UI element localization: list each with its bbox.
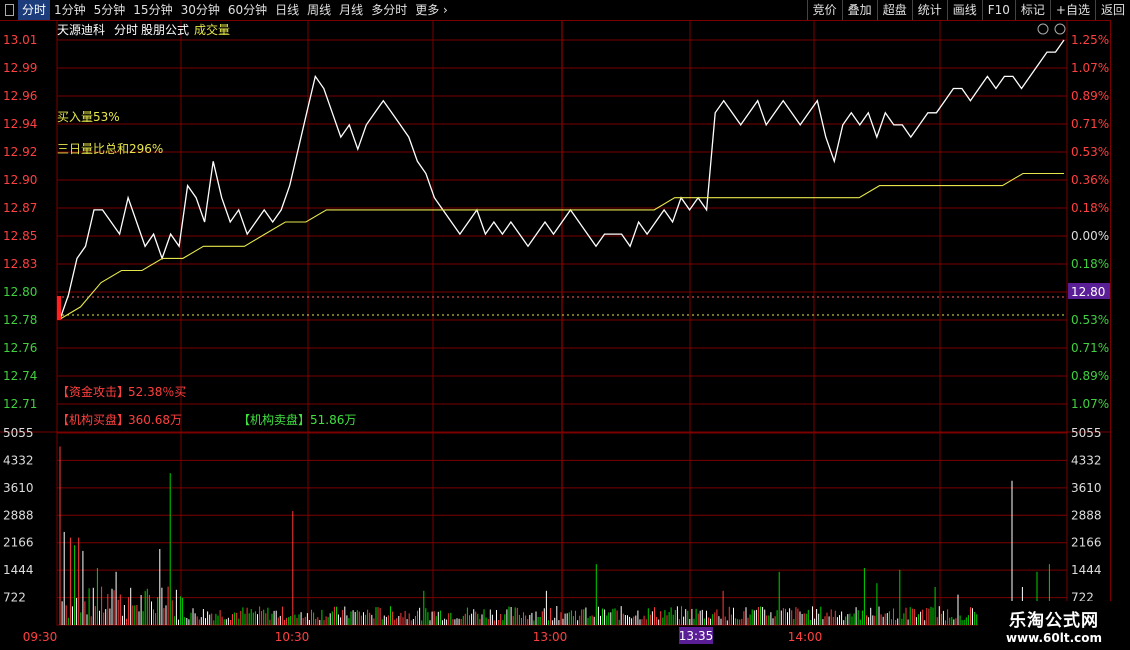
time-cursor-label: 13:35: [679, 629, 714, 643]
formula-name: 股朋公式: [141, 23, 189, 37]
pct-tick-right: 0.53%: [1071, 313, 1109, 327]
tool-button-1[interactable]: 叠加: [841, 0, 877, 20]
price-tick-left: 12.94: [3, 117, 37, 131]
pct-tick-right: 0.18%: [1071, 257, 1109, 271]
volume-tick-right: 1444: [1071, 563, 1102, 577]
fund-attack-value: 52.38％买: [128, 385, 186, 399]
price-tick-left: 12.74: [3, 369, 37, 383]
tool-button-4[interactable]: 画线: [946, 0, 982, 20]
pct-tick-right: 0.71%: [1071, 341, 1109, 355]
volume-tick-left: 5055: [3, 426, 34, 440]
time-tick: 14:00: [788, 630, 823, 644]
volume-tick-left: 722: [3, 591, 26, 605]
side-panel-strip: [1110, 20, 1130, 650]
period-tab-0[interactable]: 分时: [18, 0, 51, 20]
pct-tick-right: 1.07%: [1071, 61, 1109, 75]
period-tab-4[interactable]: 30分钟: [177, 0, 224, 20]
three-day-ratio-label: 三日量比总和296%: [57, 142, 163, 156]
stock-name: 天源迪科: [57, 23, 105, 37]
volume-tick-left: 3610: [3, 481, 34, 495]
period-tabs: 分时 1分钟 5分钟 15分钟 30分钟 60分钟 日线 周线 月线 多分时 更多 ›: [0, 0, 452, 20]
pct-tick-right: 0.00%: [1071, 229, 1109, 243]
volume-tick-right: 2888: [1071, 508, 1102, 522]
price-tick-left: 12.90: [3, 173, 37, 187]
pct-tick-right: 1.25%: [1071, 33, 1109, 47]
current-price-tag: 12.80: [1071, 285, 1105, 299]
volume-tick-right: 3610: [1071, 481, 1102, 495]
pct-tick-right: 1.07%: [1071, 397, 1109, 411]
tool-button-7[interactable]: +自选: [1049, 0, 1095, 20]
volume-tick-right: 2166: [1071, 536, 1102, 550]
tool-button-2[interactable]: 超盘: [876, 0, 912, 20]
open-marker: [57, 296, 61, 320]
period-toolbar: 分时 1分钟 5分钟 15分钟 30分钟 60分钟 日线 周线 月线 多分时 更多 › 竞价 叠加 超盘…: [0, 0, 1130, 21]
period-tab-2[interactable]: 5分钟: [90, 0, 130, 20]
inst-sell-label: 【机构卖盘】: [238, 412, 310, 427]
period-tab-10[interactable]: 更多 ›: [411, 0, 452, 20]
pct-tick-right: 0.53%: [1071, 145, 1109, 159]
price-tick-left: 12.85: [3, 229, 37, 243]
price-tick-left: 12.99: [3, 61, 37, 75]
volume-tick-right: 5055: [1071, 426, 1102, 440]
watermark-logo: 乐淘公式网 www.60lt.com: [978, 601, 1130, 650]
price-tick-left: 12.92: [3, 145, 37, 159]
pct-tick-right: 0.71%: [1071, 117, 1109, 131]
period-tab-1[interactable]: 1分钟: [50, 0, 90, 20]
period-tab-3[interactable]: 15分钟: [129, 0, 176, 20]
inst-sell-value: 51.86万: [310, 413, 356, 427]
period-tab-9[interactable]: 多分时: [367, 0, 411, 20]
period-tab-list: 分时 1分钟 5分钟 15分钟 30分钟 60分钟 日线 周线 月线 多分时 更多 ›: [18, 0, 452, 20]
price-tick-left: 12.78: [3, 313, 37, 327]
period-tab-6[interactable]: 日线: [271, 0, 303, 20]
watermark-title: 乐淘公式网: [1009, 611, 1099, 631]
tool-buttons: 竞价 叠加 超盘 统计 画线 F10 标记 +自选 返回: [806, 0, 1130, 20]
price-tick-left: 12.76: [3, 341, 37, 355]
period-tab-8[interactable]: 月线: [335, 0, 367, 20]
menu-icon[interactable]: [0, 0, 18, 20]
price-tick-left: 12.83: [3, 257, 37, 271]
tool-button-6[interactable]: 标记: [1014, 0, 1050, 20]
volume-tick-left: 1444: [3, 563, 34, 577]
collapse-icon[interactable]: [1054, 23, 1066, 35]
expand-icon[interactable]: [1037, 23, 1049, 35]
price-tick-left: 12.96: [3, 89, 37, 103]
price-tick-left: 13.01: [3, 33, 37, 47]
fund-attack-label: 【资金攻击】: [57, 384, 129, 399]
tool-button-0[interactable]: 竞价: [806, 0, 842, 20]
price-tick-left: 12.87: [3, 201, 37, 215]
pct-tick-right: 0.18%: [1071, 201, 1109, 215]
volume-tick-left: 2166: [3, 536, 34, 550]
tool-button-3[interactable]: 统计: [911, 0, 947, 20]
time-tick: 13:00: [533, 630, 568, 644]
tool-button-5[interactable]: F10: [981, 0, 1015, 20]
watermark-url: www.60lt.com: [1005, 631, 1103, 645]
pct-tick-right: 0.36%: [1071, 173, 1109, 187]
indicator-name: 成交量: [194, 22, 230, 37]
volume-tick-left: 4332: [3, 453, 34, 467]
pct-tick-right: 0.89%: [1071, 89, 1109, 103]
time-tick: 10:30: [275, 630, 310, 644]
volume-tick-right: 4332: [1071, 453, 1102, 467]
tool-button-8[interactable]: 返回: [1094, 0, 1130, 20]
chart-mode: 分时: [114, 23, 138, 37]
intraday-chart[interactable]: 13.01 1.25% 12.99 1.07% 12.96 0.89% 12.94 0.71%…: [0, 20, 1110, 650]
inst-buy-value: 360.68万: [128, 413, 182, 427]
volume-tick-left: 2888: [3, 508, 34, 522]
time-tick: 09:30: [23, 630, 58, 644]
inst-buy-label: 【机构买盘】: [57, 412, 129, 427]
price-tick-left: 12.80: [3, 285, 37, 299]
price-tick-left: 12.71: [3, 397, 37, 411]
period-tab-5[interactable]: 60分钟: [224, 0, 271, 20]
pct-tick-right: 0.89%: [1071, 369, 1109, 383]
buy-volume-label: 买入量53%: [57, 110, 120, 124]
period-tab-7[interactable]: 周线: [303, 0, 335, 20]
